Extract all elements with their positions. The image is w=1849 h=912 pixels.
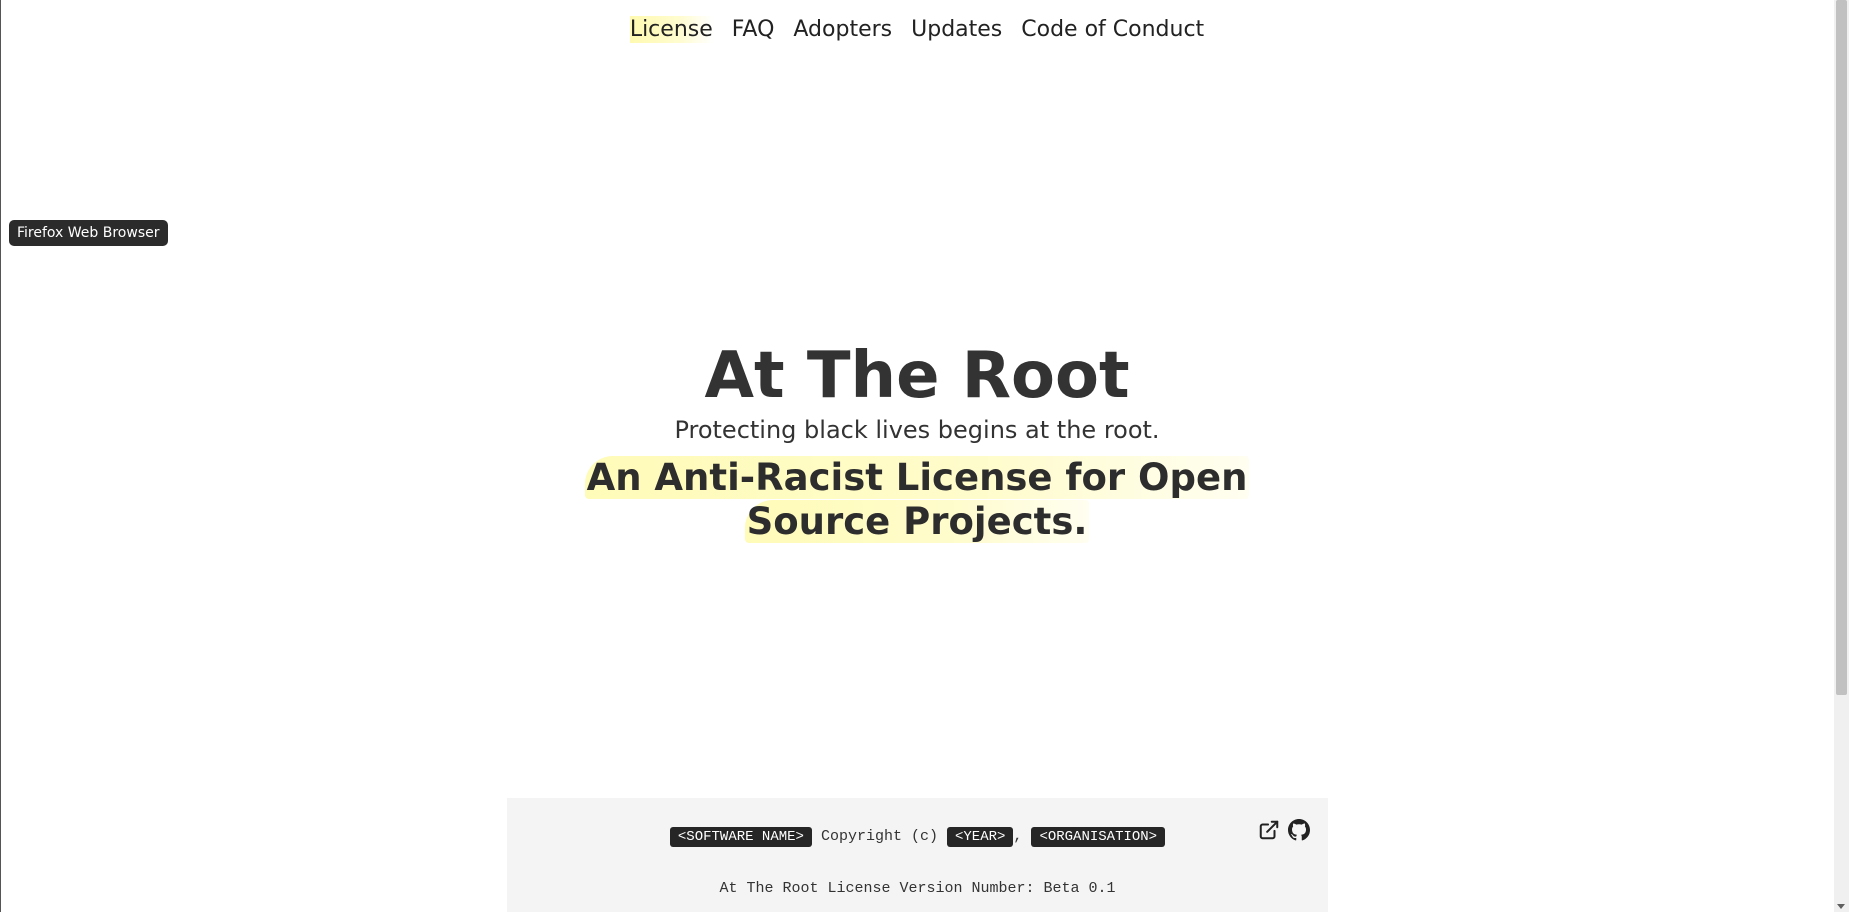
hero: At The Root Protecting black lives begin… [0, 338, 1834, 544]
copyright-line: <SOFTWARE NAME> Copyright (c) <YEAR>, <O… [507, 827, 1328, 847]
scroll-down-arrow-icon[interactable] [1837, 904, 1845, 909]
hero-subtitle: Protecting black lives begins at the roo… [674, 416, 1160, 444]
separator: , [1013, 828, 1023, 845]
nav-license[interactable]: License [629, 16, 713, 43]
page-title: At The Root [704, 339, 1130, 413]
nav-faq[interactable]: FAQ [732, 16, 775, 43]
nav-updates[interactable]: Updates [911, 16, 1002, 43]
page: License FAQ Adopters Updates Code of Con… [0, 0, 1849, 912]
software-name-tag: <SOFTWARE NAME> [669, 827, 812, 847]
tooltip: Firefox Web Browser [9, 220, 168, 246]
hero-tagline: An Anti-Racist License for Open Source P… [537, 456, 1297, 544]
organisation-tag: <ORGANISATION> [1031, 827, 1166, 847]
nav-code-of-conduct[interactable]: Code of Conduct [1021, 16, 1204, 43]
license-box: <SOFTWARE NAME> Copyright (c) <YEAR>, <O… [507, 798, 1328, 912]
nav-adopters[interactable]: Adopters [793, 16, 892, 43]
year-tag: <YEAR> [947, 827, 1014, 847]
scrollbar[interactable] [1834, 0, 1849, 912]
scrollbar-thumb[interactable] [1836, 0, 1847, 695]
top-nav: License FAQ Adopters Updates Code of Con… [0, 16, 1834, 43]
copyright-text: Copyright (c) [820, 828, 938, 845]
version-line: At The Root License Version Number: Beta… [719, 880, 1116, 897]
hero-tagline-text: An Anti-Racist License for Open Source P… [584, 456, 1250, 543]
